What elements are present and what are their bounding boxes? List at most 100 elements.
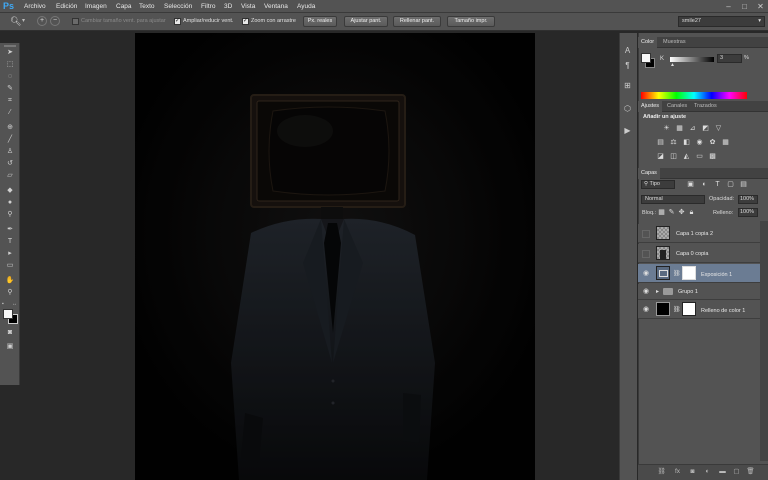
eraser-tool-icon[interactable]: ▱ xyxy=(3,171,17,181)
paragraph-panel-icon[interactable]: ¶ xyxy=(622,60,633,71)
filter-adjustment-icon[interactable]: ◐ xyxy=(700,180,709,189)
quick-select-tool-icon[interactable]: ✎ xyxy=(3,84,17,94)
filter-type-icon[interactable]: T xyxy=(713,180,722,189)
menu-ventana[interactable]: Ventana xyxy=(264,0,288,13)
scrubby-zoom-checkbox[interactable] xyxy=(242,17,249,25)
blur-tool-icon[interactable]: ● xyxy=(3,198,17,208)
tab-channels[interactable]: Canales xyxy=(664,101,690,112)
hue-saturation-icon[interactable]: ▤ xyxy=(656,138,665,147)
add-mask-icon[interactable]: ◙ xyxy=(688,467,697,476)
eyedropper-tool-icon[interactable]: ⁄ xyxy=(3,108,17,118)
document-canvas[interactable] xyxy=(135,33,535,480)
default-colors-icon[interactable]: ▪ xyxy=(2,301,8,307)
maximize-button[interactable]: □ xyxy=(740,2,749,11)
levels-icon[interactable]: ▦ xyxy=(675,124,684,133)
brightness-contrast-icon[interactable]: ☀ xyxy=(662,124,671,133)
lock-transparent-icon[interactable]: ▦ xyxy=(657,208,666,217)
type-tool-icon[interactable]: T xyxy=(3,237,17,247)
black-white-icon[interactable]: ◧ xyxy=(682,138,691,147)
color-lookup-icon[interactable]: ▦ xyxy=(721,138,730,147)
color-slider-thumb-icon[interactable]: ▲ xyxy=(670,62,675,68)
tab-paths[interactable]: Trazados xyxy=(691,101,720,112)
marquee-tool-icon[interactable]: ⬚ xyxy=(3,60,17,70)
hand-tool-icon[interactable]: ✋ xyxy=(3,276,17,286)
pen-tool-icon[interactable]: ✒ xyxy=(3,225,17,235)
lasso-tool-icon[interactable]: ◌ xyxy=(3,72,17,82)
healing-brush-tool-icon[interactable]: ⊕ xyxy=(3,123,17,133)
curves-icon[interactable]: ⊿ xyxy=(688,124,697,133)
move-tool-icon[interactable]: ➤ xyxy=(3,48,17,58)
quick-mask-icon[interactable]: ◙ xyxy=(3,328,17,338)
brush-presets-icon[interactable]: ⊞ xyxy=(622,80,633,91)
exposure-icon[interactable]: ◩ xyxy=(701,124,710,133)
tab-layers[interactable]: Capas xyxy=(638,168,660,179)
path-selection-tool-icon[interactable]: ▸ xyxy=(3,249,17,259)
lock-position-icon[interactable]: ✥ xyxy=(677,208,686,217)
channel-mixer-icon[interactable]: ✿ xyxy=(708,138,717,147)
visibility-toggle[interactable] xyxy=(642,250,650,258)
swap-colors-icon[interactable]: ↔ xyxy=(12,301,18,307)
menu-capa[interactable]: Capa xyxy=(116,0,132,13)
foreground-color-swatch[interactable] xyxy=(3,309,13,319)
menu-imagen[interactable]: Imagen xyxy=(85,0,107,13)
paint-bucket-tool-icon[interactable]: ◆ xyxy=(3,186,17,196)
menu-vista[interactable]: Vista xyxy=(241,0,255,13)
eye-icon[interactable]: ◉ xyxy=(642,288,650,296)
color-foreground-swatch[interactable] xyxy=(641,53,651,63)
menu-ayuda[interactable]: Ayuda xyxy=(297,0,315,13)
invert-icon[interactable]: ◪ xyxy=(656,152,665,161)
filter-smart-icon[interactable]: ▤ xyxy=(739,180,748,189)
zoom-in-icon[interactable]: + xyxy=(37,16,47,26)
layer-filter-dropdown[interactable]: ⚲ Tipo xyxy=(641,180,675,189)
link-layers-icon[interactable]: ⛓ xyxy=(657,467,666,476)
shape-tool-icon[interactable]: ▭ xyxy=(3,261,17,271)
workspace-dropdown[interactable]: smile27 ▾ xyxy=(678,16,765,27)
selective-color-icon[interactable]: ▩ xyxy=(708,152,717,161)
tab-swatches[interactable]: Muestras xyxy=(660,37,689,48)
layer-mask-thumbnail[interactable] xyxy=(682,266,696,280)
threshold-icon[interactable]: ◭ xyxy=(682,152,691,161)
fill-screen-button[interactable]: Rellenar pant. xyxy=(393,16,441,27)
print-size-button[interactable]: Tamaño impr. xyxy=(447,16,495,27)
filter-pixel-icon[interactable]: ▣ xyxy=(686,180,695,189)
tool-preset-chevron-icon[interactable]: ▾ xyxy=(22,17,25,24)
vibrance-icon[interactable]: ▽ xyxy=(714,124,723,133)
layer-mask-thumbnail[interactable] xyxy=(682,302,696,316)
expand-arrow-icon[interactable]: ▸ xyxy=(656,288,659,295)
menu-texto[interactable]: Texto xyxy=(139,0,155,13)
opacity-input[interactable]: 100% xyxy=(738,195,758,204)
tab-color[interactable]: Color xyxy=(638,37,658,48)
link-icon[interactable]: ⛓ xyxy=(673,270,681,277)
color-slider-track[interactable] xyxy=(670,57,714,62)
resize-windows-checkbox[interactable] xyxy=(72,18,79,25)
link-icon[interactable]: ⛓ xyxy=(673,306,681,313)
3d-panel-icon[interactable]: ⬡ xyxy=(622,103,633,114)
actual-pixels-button[interactable]: Px. reales xyxy=(303,16,337,27)
new-adjustment-icon[interactable]: ◐ xyxy=(703,467,712,476)
zoom-tool-icon[interactable]: 🔍︎ xyxy=(10,16,21,26)
toolbar-grip[interactable] xyxy=(4,45,16,47)
close-button[interactable]: ✕ xyxy=(756,2,765,11)
clone-stamp-tool-icon[interactable]: ♙ xyxy=(3,147,17,157)
color-spectrum-bar[interactable] xyxy=(641,92,747,99)
zoom-all-windows-checkbox[interactable] xyxy=(174,17,181,25)
lock-image-icon[interactable]: ✎ xyxy=(667,208,676,217)
history-brush-tool-icon[interactable]: ↺ xyxy=(3,159,17,169)
brush-tool-icon[interactable]: ╱ xyxy=(3,135,17,145)
eye-icon[interactable]: ◉ xyxy=(642,306,650,314)
screen-mode-icon[interactable]: ▣ xyxy=(3,342,17,352)
new-group-icon[interactable]: ▬ xyxy=(718,467,727,476)
delete-layer-icon[interactable]: 🗑︎ xyxy=(746,467,755,476)
crop-tool-icon[interactable]: ⌗ xyxy=(3,96,17,106)
visibility-toggle[interactable] xyxy=(642,230,650,238)
character-panel-icon[interactable]: A xyxy=(622,45,633,56)
fill-input[interactable]: 100% xyxy=(738,208,758,217)
menu-filtro[interactable]: Filtro xyxy=(201,0,215,13)
filter-shape-icon[interactable]: ▢ xyxy=(726,180,735,189)
photo-filter-icon[interactable]: ◉ xyxy=(695,138,704,147)
layers-scrollbar[interactable] xyxy=(760,221,768,461)
fit-screen-button[interactable]: Ajustar pant. xyxy=(344,16,388,27)
new-layer-icon[interactable]: ▢ xyxy=(732,467,741,476)
color-value-input[interactable]: 3 xyxy=(717,54,742,63)
menu-seleccion[interactable]: Selección xyxy=(164,0,192,13)
